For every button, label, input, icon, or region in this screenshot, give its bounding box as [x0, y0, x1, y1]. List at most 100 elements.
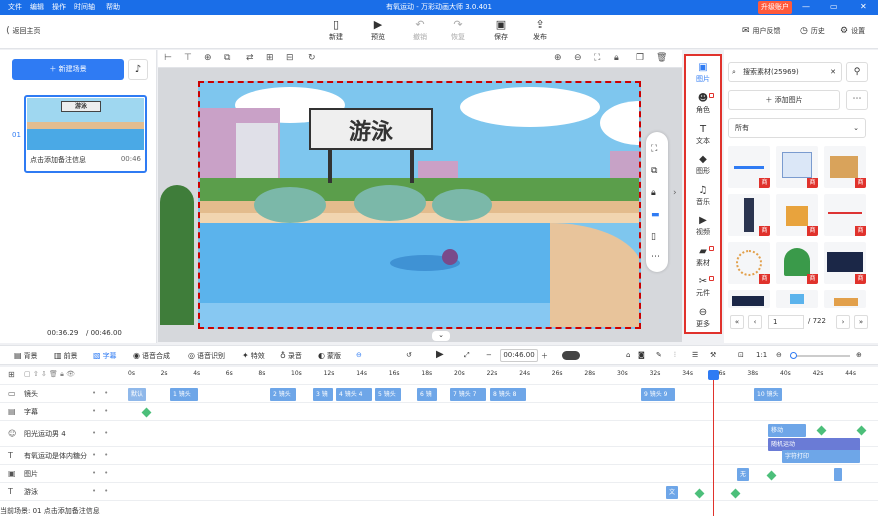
- nav-shape[interactable]: ◆ 图形: [686, 154, 720, 176]
- tool-icon[interactable]: ⌂: [626, 351, 630, 359]
- minus-icon[interactable]: −: [486, 351, 492, 359]
- camera-clip[interactable]: 1 镜头: [170, 388, 198, 401]
- crop-icon[interactable]: ⛶: [651, 144, 657, 154]
- subtitle-button[interactable]: ▧ 字幕: [93, 351, 117, 361]
- more-dots-icon[interactable]: ⋯: [651, 252, 660, 262]
- copy-icon[interactable]: ❐: [636, 53, 644, 63]
- add-track-icon[interactable]: ⊞: [8, 370, 15, 379]
- asset-thumbnail[interactable]: [728, 290, 770, 308]
- asset-thumbnail[interactable]: 商: [824, 146, 866, 188]
- music-button[interactable]: ♪: [128, 59, 148, 80]
- effects-button[interactable]: ✦ 特效: [242, 351, 265, 361]
- track-visibility-icon[interactable]: ••: [92, 389, 116, 397]
- nav-character[interactable]: ☻ 角色: [686, 93, 720, 115]
- add-image-button[interactable]: ＋ 添加图片: [728, 90, 840, 110]
- track-row[interactable]: ☺ 阳光运动男 4 ••: [0, 421, 878, 447]
- publish-button[interactable]: ⇪ 发布: [525, 19, 555, 42]
- undo-button[interactable]: ↶ 撤销: [405, 19, 435, 42]
- lock-icon[interactable]: 🔒︎: [614, 53, 619, 63]
- scene-description[interactable]: 点击添加备注信息: [30, 155, 86, 165]
- stage-canvas[interactable]: 游泳: [198, 81, 641, 329]
- camera-clip[interactable]: 7 镜头 7: [450, 388, 486, 401]
- text-clip[interactable]: 文: [666, 486, 678, 499]
- new-scene-button[interactable]: ＋ 新建场景: [12, 59, 124, 80]
- asset-thumbnail[interactable]: 商: [728, 242, 770, 284]
- nav-video[interactable]: ▶ 视频: [686, 215, 720, 237]
- upgrade-button[interactable]: 升级账户: [758, 1, 792, 14]
- zoom-out-icon[interactable]: ⊖: [574, 53, 582, 63]
- voice-synth-button[interactable]: ◉ 语音合成: [133, 351, 170, 361]
- flip-icon[interactable]: ⇄: [246, 53, 254, 63]
- back-home-button[interactable]: ⟨ 返回主页: [6, 26, 41, 36]
- more-tools-icon[interactable]: ⊖: [356, 351, 362, 359]
- camera-clip[interactable]: 默认: [128, 388, 146, 401]
- group-icon[interactable]: ⊞: [266, 53, 274, 63]
- record-button[interactable]: ♁ 录音: [280, 351, 302, 361]
- time-input[interactable]: 00:46.00: [500, 349, 538, 362]
- ratio-icon[interactable]: 1:1: [756, 351, 767, 359]
- camera-clip[interactable]: 3 镜: [313, 388, 333, 401]
- ungroup-icon[interactable]: ⊟: [286, 53, 294, 63]
- foreground-button[interactable]: ▥ 前景: [54, 351, 78, 361]
- edit-icon[interactable]: ✎: [656, 351, 662, 359]
- settings-button[interactable]: ⚙ 设置: [840, 26, 865, 36]
- zoom-in-icon[interactable]: ⊕: [554, 53, 562, 63]
- asset-thumbnail[interactable]: 商: [824, 194, 866, 236]
- camera-clip[interactable]: 6 镜: [417, 388, 437, 401]
- camera-clip[interactable]: 8 镜头 8: [490, 388, 526, 401]
- delete-icon[interactable]: 🗑︎: [656, 53, 667, 63]
- copy-style-icon[interactable]: ⧉: [224, 53, 230, 63]
- preview-button[interactable]: ▶ 预览: [363, 19, 393, 42]
- more-options-button[interactable]: ⋯: [846, 90, 868, 110]
- menu-timeline[interactable]: 时间轴: [74, 2, 95, 12]
- next-page-icon[interactable]: ›: [836, 315, 850, 329]
- first-page-icon[interactable]: «: [730, 315, 744, 329]
- align-icon[interactable]: ☰: [692, 351, 698, 359]
- zoom-slider[interactable]: [790, 355, 850, 357]
- split-icon[interactable]: ⫶: [674, 351, 676, 360]
- asset-thumbnail[interactable]: 商: [776, 242, 818, 284]
- camera-clip[interactable]: 5 镜头: [375, 388, 401, 401]
- layer-icon[interactable]: ⧉: [651, 166, 657, 176]
- zoom-in-icon[interactable]: ⊕: [856, 351, 862, 359]
- plus-icon[interactable]: ＋: [541, 351, 548, 361]
- fit-icon[interactable]: ⛶: [594, 53, 600, 63]
- camera-clip[interactable]: 2 镜头: [270, 388, 296, 401]
- track-tools-icon[interactable]: ▢ ⇧ ⇩ 🗑︎ 🔒︎ 👁︎: [24, 370, 75, 379]
- nav-material[interactable]: ▰ 素材: [686, 246, 720, 268]
- align-center-icon[interactable]: ⊕: [204, 53, 212, 63]
- menu-operate[interactable]: 操作: [52, 2, 66, 12]
- last-page-icon[interactable]: »: [854, 315, 868, 329]
- playhead[interactable]: [713, 371, 714, 516]
- category-select[interactable]: 所有 ⌄: [728, 118, 866, 138]
- align-top-icon[interactable]: ⊤: [184, 53, 192, 63]
- image-clip[interactable]: [834, 468, 842, 481]
- voice-recog-button[interactable]: ◎ 语音识别: [188, 351, 225, 361]
- menu-help[interactable]: 帮助: [106, 2, 120, 12]
- page-input[interactable]: 1: [768, 315, 804, 329]
- nav-text[interactable]: T 文本: [686, 124, 720, 146]
- new-button[interactable]: ▯ 新建: [321, 19, 351, 42]
- filter-button[interactable]: ⚲: [846, 62, 868, 82]
- nav-music[interactable]: ♫ 音乐: [686, 185, 720, 207]
- menu-file[interactable]: 文件: [8, 2, 22, 12]
- scene-thumbnail[interactable]: 游泳: [27, 98, 144, 150]
- history-button[interactable]: ◷ 历史: [800, 26, 825, 36]
- screen-icon[interactable]: ▬: [651, 210, 660, 220]
- asset-thumbnail[interactable]: 商: [728, 194, 770, 236]
- toggle-switch[interactable]: [562, 351, 580, 360]
- camera-icon[interactable]: ◙: [638, 351, 645, 359]
- maximize-icon[interactable]: ▭: [830, 2, 838, 11]
- redo-button[interactable]: ↷ 恢复: [443, 19, 473, 42]
- asset-thumbnail[interactable]: [776, 290, 818, 308]
- asset-thumbnail[interactable]: 商: [824, 242, 866, 284]
- playhead-handle[interactable]: [708, 370, 719, 380]
- track-visibility-icon[interactable]: ••: [92, 451, 116, 459]
- asset-thumbnail[interactable]: 商: [728, 146, 770, 188]
- zoom-slider-knob[interactable]: [790, 352, 797, 359]
- zoom-out-icon[interactable]: ⊖: [776, 351, 782, 359]
- nav-component[interactable]: ✂ 元件: [686, 276, 720, 298]
- typewriter-clip[interactable]: 字符打印: [782, 450, 860, 463]
- camera-clip[interactable]: 4 镜头 4: [336, 388, 372, 401]
- rewind-icon[interactable]: ↺: [406, 351, 412, 359]
